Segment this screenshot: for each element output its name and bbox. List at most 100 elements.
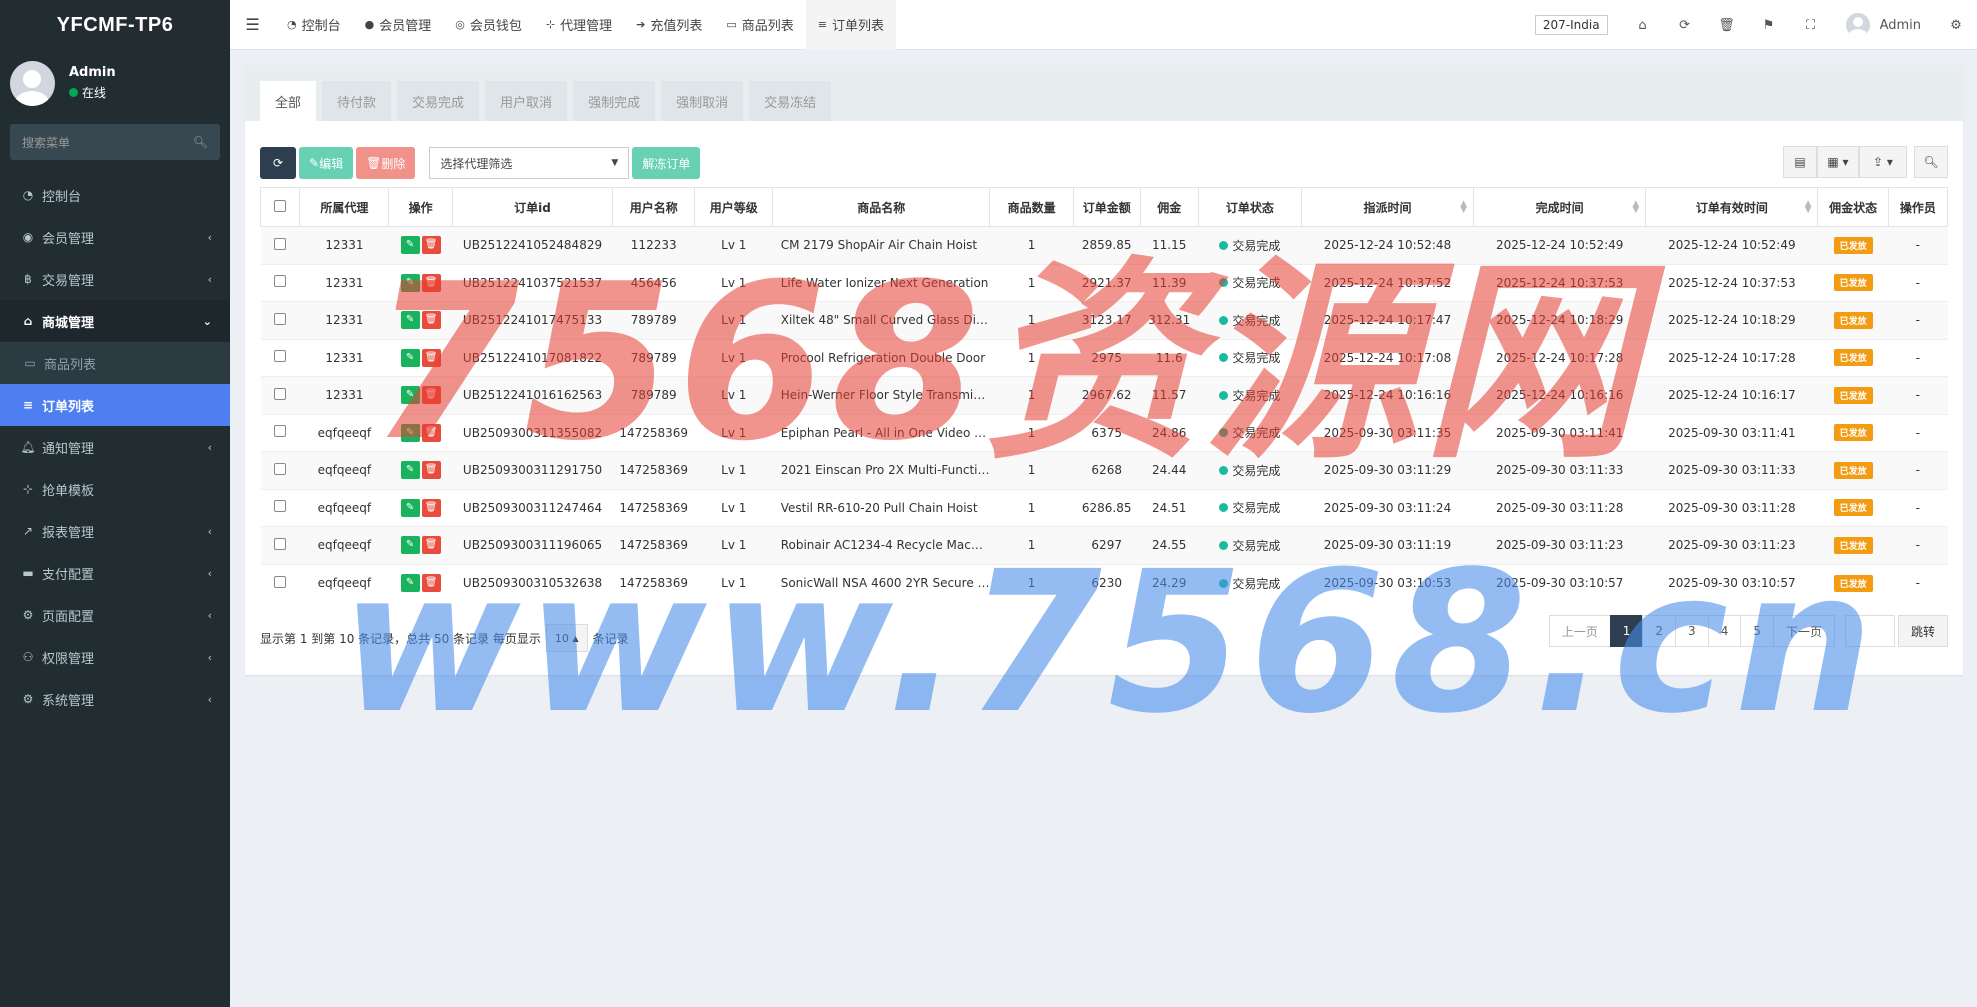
- trash-icon[interactable]: 🗑︎: [421, 461, 441, 480]
- nav-tab-0[interactable]: ◔ 控制台: [275, 0, 353, 50]
- home-icon[interactable]: ⌂: [1622, 18, 1664, 33]
- row-checkbox[interactable]: [274, 387, 287, 400]
- pencil-icon[interactable]: ✎: [400, 536, 420, 555]
- column-header[interactable]: 订单有效时间 ▲ ▼: [1645, 187, 1819, 227]
- table-row[interactable]: 12331 ✎ 🗑︎ UB2512241017081822 789789 Lv 1 Proc…: [260, 338, 1948, 377]
- prev-page-button[interactable]: 上一页: [1548, 615, 1611, 647]
- sidebar-item-1[interactable]: ◉ 会员管理 ‹: [0, 216, 230, 258]
- trash-icon[interactable]: 🗑︎: [421, 273, 441, 292]
- status-tab-3[interactable]: 用户取消: [485, 81, 568, 121]
- trash-icon[interactable]: 🗑︎: [421, 423, 441, 442]
- agent-filter-select[interactable]: 选择代理筛选 ▼: [429, 147, 630, 179]
- sidebar-item-4[interactable]: ▭ 商品列表: [0, 342, 230, 384]
- pencil-icon[interactable]: ✎: [400, 498, 420, 517]
- table-row[interactable]: 12331 ✎ 🗑︎ UB2512241037521537 456456 Lv 1 Life…: [260, 263, 1948, 302]
- sidebar-item-5[interactable]: ≡ 订单列表: [0, 384, 230, 426]
- row-checkbox[interactable]: [274, 312, 287, 325]
- row-checkbox[interactable]: [274, 275, 287, 288]
- sidebar-item-3[interactable]: ⌂ 商城管理 ⌄: [0, 300, 230, 342]
- table-row[interactable]: 12331 ✎ 🗑︎ UB2512241016162563 789789 Lv 1 Hein…: [260, 376, 1948, 414]
- refresh-icon[interactable]: ⟳: [1664, 18, 1706, 33]
- table-row[interactable]: 12331 ✎ 🗑︎ UB2512241017475133 789789 Lv 1 Xilt…: [260, 301, 1948, 339]
- nav-tab-6[interactable]: ≡ 订单列表: [805, 0, 896, 50]
- sidebar-item-2[interactable]: ฿ 交易管理 ‹: [0, 258, 230, 300]
- table-row[interactable]: 12331 ✎ 🗑︎ UB2512241052484829 112233 Lv 1 CM 2…: [260, 226, 1948, 264]
- trash-icon[interactable]: 🗑︎: [421, 386, 441, 405]
- trash-icon[interactable]: 🗑︎: [421, 348, 441, 367]
- page-button[interactable]: 5: [1740, 615, 1774, 647]
- refresh-button[interactable]: ⟳: [260, 147, 296, 179]
- app-logo[interactable]: YFCMF-TP6: [0, 0, 230, 50]
- status-tab-0[interactable]: 全部: [260, 81, 317, 121]
- status-tab-2[interactable]: 交易完成: [397, 81, 480, 121]
- pencil-icon[interactable]: ✎: [400, 273, 420, 292]
- page-button[interactable]: 2: [1642, 615, 1677, 647]
- gears-icon[interactable]: ⚙: [1935, 18, 1977, 33]
- trash-icon[interactable]: 🗑︎: [421, 536, 441, 555]
- nav-tab-3[interactable]: ⊹ 代理管理: [534, 0, 624, 50]
- column-header[interactable]: 完成时间 ▲ ▼: [1473, 187, 1647, 227]
- sidebar-search-input[interactable]: 搜索菜单: [22, 134, 70, 151]
- sidebar-search[interactable]: 搜索菜单 🔍︎: [10, 124, 220, 160]
- jump-button[interactable]: 跳转: [1897, 615, 1948, 647]
- nav-tab-5[interactable]: ▭ 商品列表: [714, 0, 805, 50]
- table-row[interactable]: eqfqeeqf ✎ 🗑︎ UB2509300311291750 147258369 Lv…: [260, 451, 1948, 489]
- sidebar-item-6[interactable]: 🔔︎ 通知管理 ‹: [0, 426, 230, 468]
- row-checkbox[interactable]: [274, 350, 287, 363]
- sidebar-item-7[interactable]: ⊹ 抢单模板: [0, 468, 230, 510]
- sidebar-item-9[interactable]: ▬ 支付配置 ‹: [0, 552, 230, 594]
- sidebar-item-0[interactable]: ◔ 控制台: [0, 174, 230, 216]
- pencil-icon[interactable]: ✎: [400, 461, 420, 480]
- columns-button[interactable]: ▦ ▾: [1817, 146, 1859, 178]
- page-button[interactable]: 4: [1707, 615, 1742, 647]
- trash-icon[interactable]: 🗑︎: [421, 574, 441, 592]
- sidebar-item-11[interactable]: ⚇ 权限管理 ‹: [0, 636, 230, 678]
- status-tab-4[interactable]: 强制完成: [573, 81, 656, 121]
- sidebar-item-10[interactable]: ⚙ 页面配置 ‹: [0, 594, 230, 636]
- unfreeze-order-button[interactable]: 解冻订单: [632, 147, 701, 179]
- toggle-view-button[interactable]: ▤: [1783, 146, 1817, 178]
- trash-icon[interactable]: 🗑︎: [421, 498, 441, 517]
- translate-icon[interactable]: ⚑: [1748, 18, 1790, 33]
- nav-tab-1[interactable]: ● 会员管理: [353, 0, 444, 50]
- page-size-select[interactable]: 10 ▲: [545, 624, 588, 652]
- delete-button[interactable]: 🗑︎ 删除: [356, 147, 416, 179]
- page-button[interactable]: 1: [1609, 615, 1644, 647]
- row-checkbox[interactable]: [274, 500, 287, 513]
- pencil-icon[interactable]: ✎: [400, 423, 420, 442]
- nav-tab-2[interactable]: ◎ 会员钱包: [443, 0, 534, 50]
- row-checkbox[interactable]: [274, 575, 287, 588]
- pencil-icon[interactable]: ✎: [400, 236, 420, 255]
- header-user[interactable]: Admin: [1832, 13, 1935, 37]
- page-button[interactable]: 3: [1675, 615, 1709, 647]
- column-header[interactable]: 指派时间 ▲ ▼: [1300, 187, 1475, 227]
- status-tab-6[interactable]: 交易冻结: [749, 81, 832, 121]
- pencil-icon[interactable]: ✎: [400, 574, 420, 592]
- row-checkbox[interactable]: [274, 462, 287, 475]
- trash-icon[interactable]: 🗑︎: [421, 236, 441, 255]
- trash-icon[interactable]: 🗑︎: [421, 311, 441, 330]
- export-button[interactable]: ⇪ ▾: [1859, 146, 1907, 178]
- search-icon[interactable]: 🔍︎: [193, 135, 208, 149]
- status-tab-1[interactable]: 待付款: [322, 81, 392, 121]
- table-row[interactable]: eqfqeeqf ✎ 🗑︎ UB2509300311355082 147258369 Lv…: [260, 413, 1948, 452]
- search-button[interactable]: 🔍︎: [1914, 146, 1948, 178]
- language-select[interactable]: 207-India: [1534, 15, 1608, 35]
- nav-tab-4[interactable]: ➔ 充值列表: [624, 0, 714, 50]
- next-page-button[interactable]: 下一页: [1772, 615, 1835, 647]
- sidebar-item-12[interactable]: ⚙ 系统管理 ‹: [0, 678, 230, 720]
- table-row[interactable]: eqfqeeqf ✎ 🗑︎ UB2509300311247464 147258369 Lv…: [260, 488, 1948, 527]
- table-row[interactable]: eqfqeeqf ✎ 🗑︎ UB2509300311196065 147258369 Lv…: [260, 526, 1948, 564]
- status-tab-5[interactable]: 强制取消: [661, 81, 744, 121]
- sidebar-item-8[interactable]: ↗ 报表管理 ‹: [0, 510, 230, 552]
- edit-button[interactable]: ✎ 编辑: [299, 147, 354, 179]
- row-checkbox[interactable]: [274, 537, 287, 550]
- row-checkbox[interactable]: [274, 425, 287, 438]
- fullscreen-icon[interactable]: ⛶: [1790, 18, 1832, 33]
- select-all-checkbox[interactable]: [274, 199, 287, 212]
- pencil-icon[interactable]: ✎: [400, 386, 420, 405]
- table-row[interactable]: eqfqeeqf ✎ 🗑︎ UB2509300310532638 147258369 Lv…: [260, 563, 1948, 602]
- pencil-icon[interactable]: ✎: [400, 311, 420, 330]
- trash-icon[interactable]: 🗑︎: [1706, 18, 1748, 33]
- menu-toggle-icon[interactable]: ☰: [230, 15, 275, 34]
